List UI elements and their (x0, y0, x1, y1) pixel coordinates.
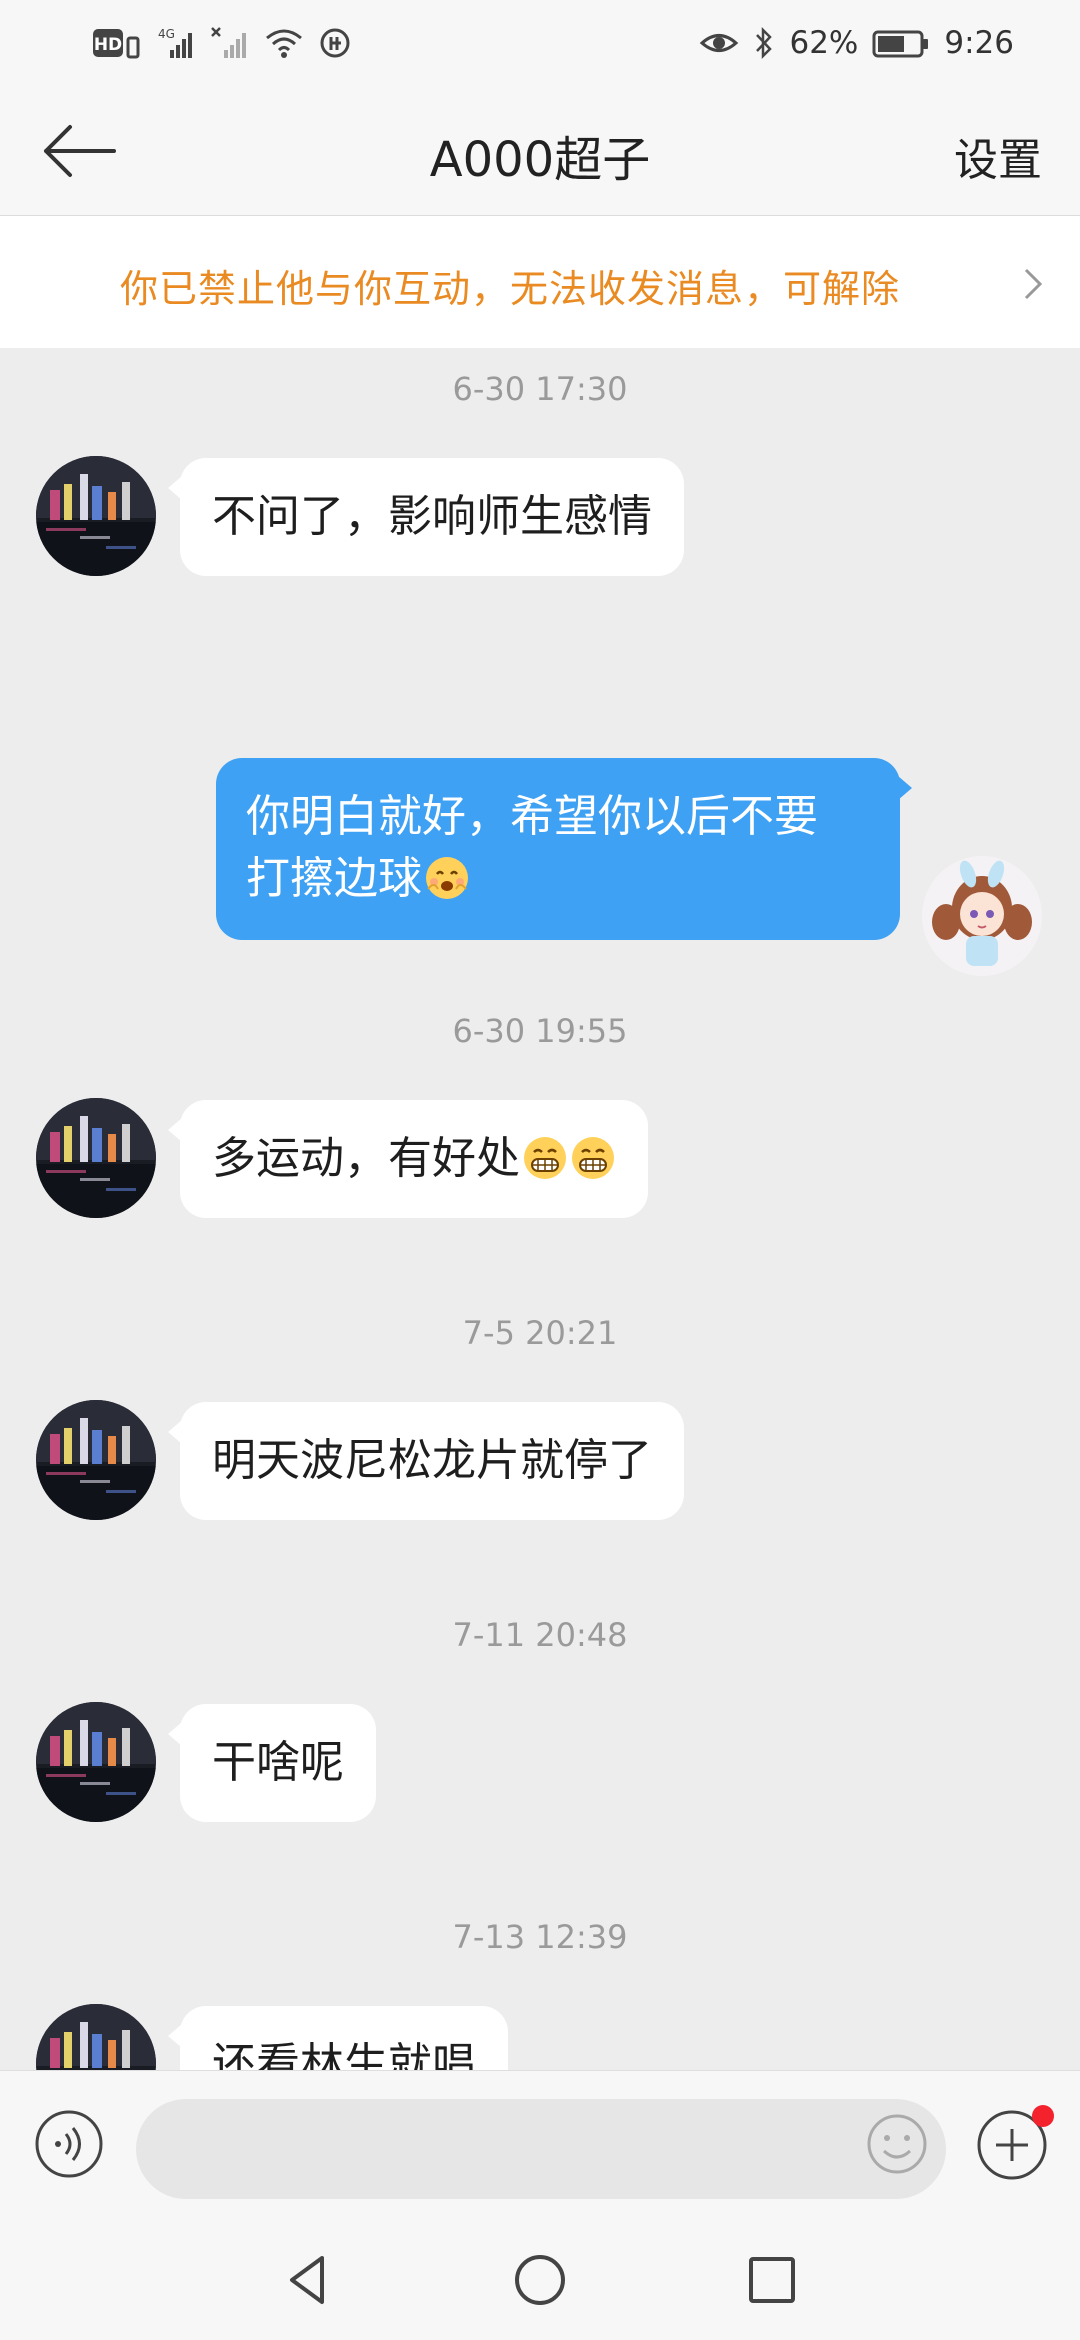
chat-header: A000超子 设置 (0, 86, 1080, 216)
message-timestamp: 7-5 20:21 (462, 1314, 618, 1352)
emoji-icon[interactable] (866, 2113, 928, 2175)
nav-home-icon[interactable] (510, 2250, 570, 2310)
message-timestamp: 7-13 12:39 (452, 1918, 628, 1956)
sim2-signal-icon (210, 26, 250, 60)
message-input[interactable] (136, 2099, 946, 2199)
status-left: HD 4G (92, 26, 352, 60)
voice-icon[interactable] (34, 2109, 104, 2179)
grin-emoji-icon (524, 1137, 566, 1179)
wifi-icon (264, 26, 304, 60)
message-text: 多运动，有好处 (212, 1133, 520, 1184)
status-right: 62% 9:26 (699, 25, 1014, 61)
message-text: 干啥呢 (212, 1737, 344, 1788)
message-text: 你明白就好，希望你以后不要 (246, 791, 818, 842)
avatar-self[interactable] (922, 856, 1042, 976)
notification-dot (1032, 2105, 1054, 2127)
message-bubble-incoming[interactable]: 多运动，有好处 (168, 1100, 648, 1218)
message-bubble-outgoing[interactable]: 你明白就好，希望你以后不要 打擦边球 (216, 758, 912, 940)
settings-button[interactable]: 设置 (954, 124, 1042, 188)
message-timestamp: 7-11 20:48 (452, 1616, 628, 1654)
status-bar: HD 4G 62% 9:26 (0, 0, 1080, 86)
chevron-right-icon (1024, 268, 1043, 300)
avatar-contact[interactable] (36, 1702, 156, 1822)
data-saver-icon (318, 26, 352, 60)
blush-emoji-icon (426, 857, 468, 899)
block-notice-text: 你已禁止他与你互动，无法收发消息，可解除 (120, 267, 901, 311)
message-timestamp: 6-30 19:55 (452, 1012, 628, 1050)
message-text-line2: 打擦边球 (246, 848, 872, 910)
battery-icon (872, 26, 930, 60)
hd-icon: HD (92, 26, 142, 60)
message-bubble-incoming[interactable]: 明天波尼松龙片就停了 (168, 1402, 684, 1520)
eye-comfort-icon (699, 26, 739, 60)
hd-label: HD (94, 35, 122, 55)
message-text: 不问了，影响师生感情 (212, 491, 652, 542)
avatar-contact[interactable] (36, 456, 156, 576)
message-list[interactable]: 6-30 17:30 不问了，影响师生感情 6-30 17:37 你明白就好，希… (0, 348, 1080, 2070)
message-text: 还看林生就唱 (212, 2039, 476, 2070)
message-bubble-incoming[interactable]: 干啥呢 (168, 1704, 376, 1822)
network-gen-label: 4G (158, 27, 175, 41)
message-timestamp: 6-30 17:30 (452, 370, 628, 408)
page-title: A000超子 (429, 132, 651, 188)
message-bubble-incoming[interactable]: 还看林生就唱 (168, 2006, 508, 2070)
clock: 9:26 (944, 25, 1014, 61)
nav-recents-icon[interactable] (742, 2250, 802, 2310)
battery-percent: 62% (789, 25, 859, 61)
block-notice-banner[interactable]: 你已禁止他与你互动，无法收发消息，可解除 (0, 216, 1080, 348)
bluetooth-icon (753, 26, 775, 60)
nav-back-icon[interactable] (278, 2250, 338, 2310)
avatar-contact[interactable] (36, 1098, 156, 1218)
message-text: 明天波尼松龙片就停了 (212, 1435, 652, 1486)
avatar-contact[interactable] (36, 1400, 156, 1520)
avatar-contact[interactable] (36, 2004, 156, 2070)
message-text-part: 打擦边球 (246, 853, 422, 904)
message-bubble-incoming[interactable]: 不问了，影响师生感情 (168, 458, 684, 576)
grin-emoji-icon (572, 1137, 614, 1179)
cellular-signal-icon: 4G (156, 26, 196, 60)
input-bar (0, 2070, 1080, 2220)
system-nav-bar (0, 2220, 1080, 2340)
